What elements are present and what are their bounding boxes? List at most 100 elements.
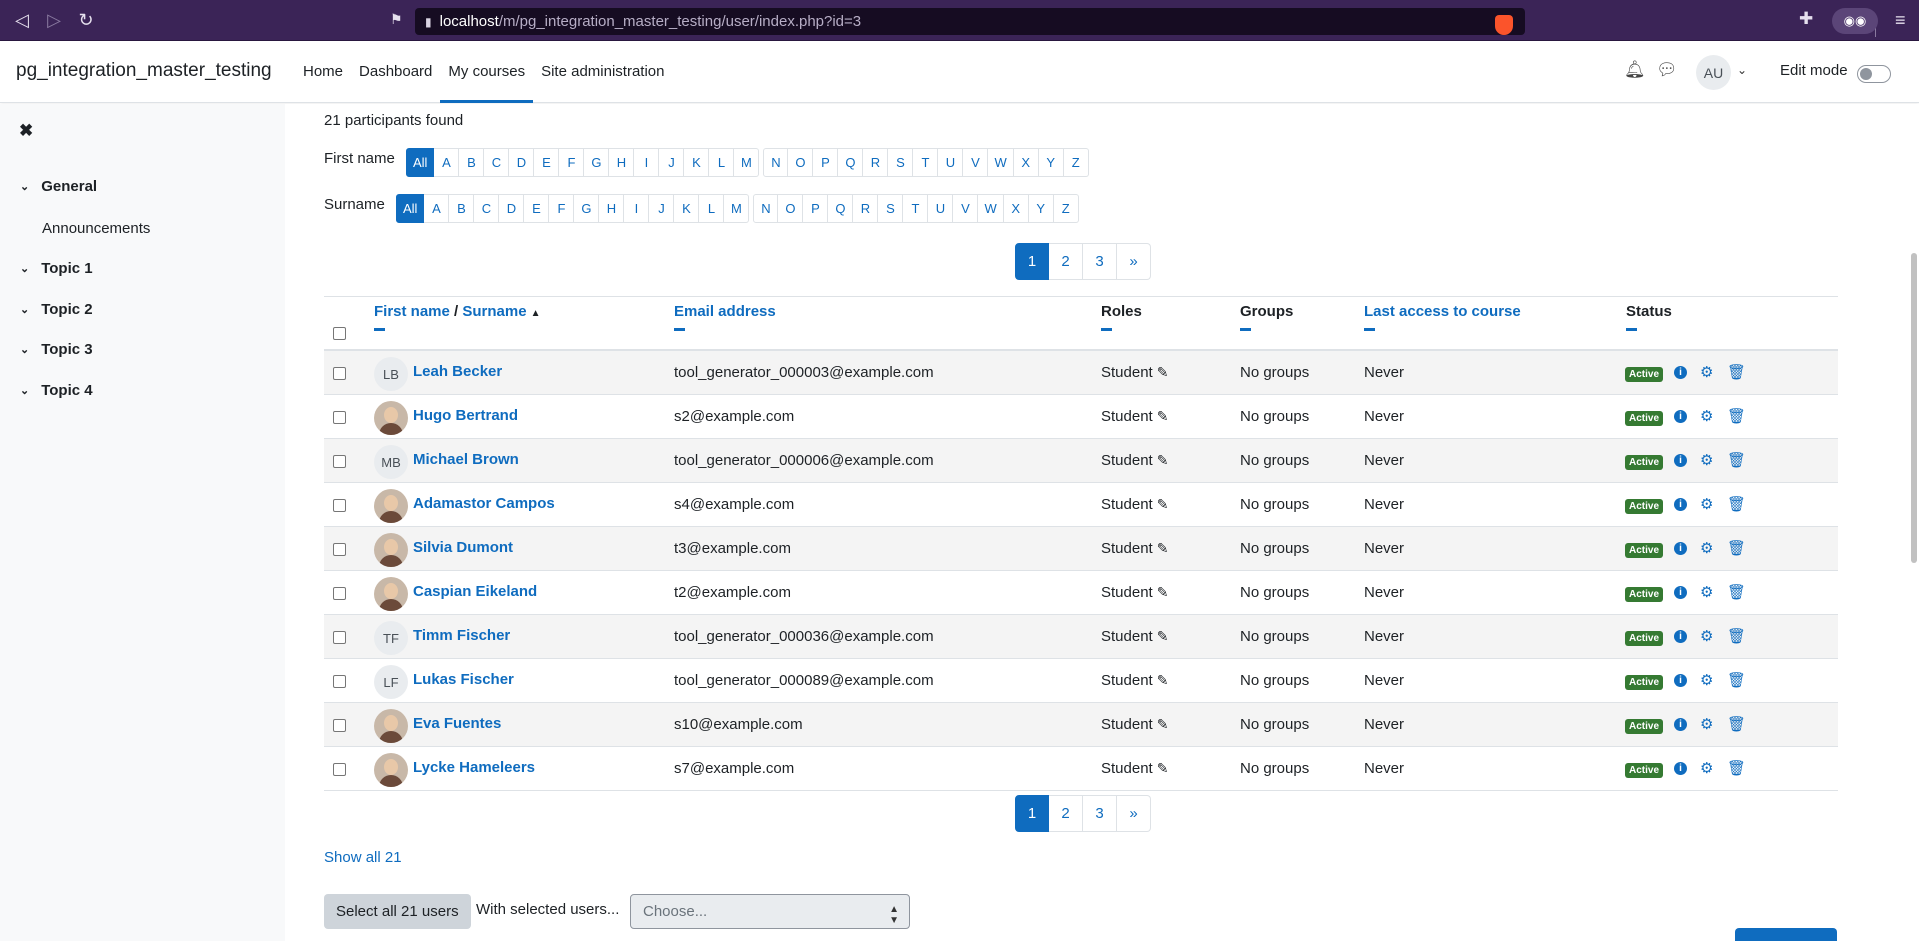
page-link-3[interactable]: 3 (1083, 243, 1117, 280)
collapse-column-icon[interactable] (374, 328, 385, 331)
pencil-edit-icon[interactable]: ✎ (1157, 408, 1169, 424)
firstname-initial-n[interactable]: N (763, 148, 789, 177)
gear-icon[interactable]: ⚙ (1700, 627, 1713, 645)
info-icon[interactable]: i (1674, 410, 1687, 423)
firstname-initial-r[interactable]: R (863, 148, 889, 177)
trash-icon[interactable]: 🗑︎ (1727, 407, 1746, 425)
sort-email-link[interactable]: Email address (674, 303, 776, 320)
trash-icon[interactable]: 🗑︎ (1727, 495, 1746, 513)
avatar[interactable] (374, 577, 408, 611)
firstname-initial-i[interactable]: I (634, 148, 660, 177)
surname-initial-w[interactable]: W (978, 194, 1004, 223)
firstname-initial-x[interactable]: X (1013, 148, 1039, 177)
surname-initial-u[interactable]: U (928, 194, 954, 223)
collapse-column-icon[interactable] (1364, 328, 1375, 331)
surname-initial-z[interactable]: Z (1053, 194, 1079, 223)
page-link-2[interactable]: 2 (1049, 243, 1083, 280)
user-avatar[interactable]: AU (1696, 55, 1731, 90)
surname-initial-p[interactable]: P (803, 194, 829, 223)
section-topic-4[interactable]: ⌄ Topic 4 (20, 382, 93, 399)
back-icon[interactable]: ◁ (8, 6, 36, 34)
user-name-link[interactable]: Lukas Fischer (413, 671, 514, 688)
surname-initial-s[interactable]: S (878, 194, 904, 223)
surname-initial-i[interactable]: I (624, 194, 650, 223)
firstname-initial-b[interactable]: B (459, 148, 485, 177)
user-menu-chevron-down-icon[interactable]: ⌄ (1737, 63, 1747, 77)
surname-initial-n[interactable]: N (753, 194, 779, 223)
select-all-users-button[interactable]: Select all 21 users (324, 894, 471, 929)
forward-icon[interactable]: ▷ (40, 6, 68, 34)
bulk-action-select[interactable]: Choose... ▲ ▼ (630, 894, 910, 929)
collapse-column-icon[interactable] (1626, 328, 1637, 331)
surname-initial-k[interactable]: K (674, 194, 700, 223)
avatar[interactable]: MB (374, 445, 408, 479)
pencil-edit-icon[interactable]: ✎ (1157, 716, 1169, 732)
firstname-initial-y[interactable]: Y (1038, 148, 1064, 177)
nav-dashboard[interactable]: Dashboard (351, 41, 440, 103)
pencil-edit-icon[interactable]: ✎ (1157, 496, 1169, 512)
user-name-link[interactable]: Leah Becker (413, 363, 502, 380)
info-icon[interactable]: i (1674, 542, 1687, 555)
browser-menu-icon[interactable]: ≡ (1895, 10, 1906, 31)
row-select-checkbox[interactable] (333, 719, 346, 732)
notifications-bell-icon[interactable]: 🔔︎ (1624, 60, 1646, 80)
section-topic-3[interactable]: ⌄ Topic 3 (20, 341, 93, 358)
trash-icon[interactable]: 🗑︎ (1727, 583, 1746, 601)
row-select-checkbox[interactable] (333, 499, 346, 512)
pencil-edit-icon[interactable]: ✎ (1157, 364, 1169, 380)
section-label[interactable]: Topic 4 (41, 382, 92, 399)
edit-mode-toggle[interactable] (1857, 65, 1891, 83)
info-icon[interactable]: i (1674, 674, 1687, 687)
surname-initial-e[interactable]: E (524, 194, 550, 223)
firstname-initial-f[interactable]: F (559, 148, 585, 177)
surname-initial-b[interactable]: B (449, 194, 475, 223)
info-icon[interactable]: i (1674, 366, 1687, 379)
user-name-link[interactable]: Timm Fischer (413, 627, 510, 644)
section-label[interactable]: Topic 2 (41, 301, 92, 318)
page-link-1[interactable]: 1 (1015, 243, 1049, 280)
pencil-edit-icon[interactable]: ✎ (1157, 672, 1169, 688)
firstname-initial-q[interactable]: Q (838, 148, 864, 177)
show-all-link[interactable]: Show all 21 (324, 849, 402, 866)
firstname-initial-t[interactable]: T (913, 148, 939, 177)
nav-my-courses[interactable]: My courses (440, 41, 534, 103)
row-select-checkbox[interactable] (333, 763, 346, 776)
trash-icon[interactable]: 🗑︎ (1727, 759, 1746, 777)
collapse-column-icon[interactable] (674, 328, 685, 331)
next-page-link[interactable]: » (1117, 795, 1151, 832)
firstname-initial-c[interactable]: C (484, 148, 510, 177)
section-topic-2[interactable]: ⌄ Topic 2 (20, 301, 93, 318)
avatar[interactable]: LF (374, 665, 408, 699)
surname-initial-c[interactable]: C (474, 194, 500, 223)
surname-initial-l[interactable]: L (699, 194, 725, 223)
firstname-initial-k[interactable]: K (684, 148, 710, 177)
reload-icon[interactable]: ↻ (72, 6, 100, 34)
gear-icon[interactable]: ⚙ (1700, 759, 1713, 777)
brave-shield-icon[interactable] (1495, 15, 1513, 35)
user-name-link[interactable]: Caspian Eikeland (413, 583, 537, 600)
page-link-3[interactable]: 3 (1083, 795, 1117, 832)
trash-icon[interactable]: 🗑︎ (1727, 627, 1746, 645)
next-page-link[interactable]: » (1117, 243, 1151, 280)
trash-icon[interactable]: 🗑︎ (1727, 715, 1746, 733)
site-name[interactable]: pg_integration_master_testing (16, 60, 272, 82)
enrol-users-button[interactable] (1735, 928, 1837, 941)
pencil-edit-icon[interactable]: ✎ (1157, 540, 1169, 556)
pencil-edit-icon[interactable]: ✎ (1157, 452, 1169, 468)
gear-icon[interactable]: ⚙ (1700, 407, 1713, 425)
surname-initial-y[interactable]: Y (1028, 194, 1054, 223)
row-select-checkbox[interactable] (333, 543, 346, 556)
drawer-item-announcements[interactable]: Announcements (42, 220, 150, 237)
close-drawer-icon[interactable]: ✖ (19, 121, 33, 141)
collapse-column-icon[interactable] (1101, 328, 1112, 331)
avatar[interactable] (374, 401, 408, 435)
extensions-icon[interactable]: ✚ (1799, 9, 1813, 29)
gear-icon[interactable]: ⚙ (1700, 451, 1713, 469)
surname-initial-v[interactable]: V (953, 194, 979, 223)
section-label[interactable]: General (41, 178, 97, 195)
avatar[interactable] (374, 753, 408, 787)
bookmark-icon[interactable]: ⚑ (390, 11, 403, 28)
page-link-1[interactable]: 1 (1015, 795, 1049, 832)
firstname-initial-a[interactable]: A (434, 148, 460, 177)
firstname-initial-e[interactable]: E (534, 148, 560, 177)
